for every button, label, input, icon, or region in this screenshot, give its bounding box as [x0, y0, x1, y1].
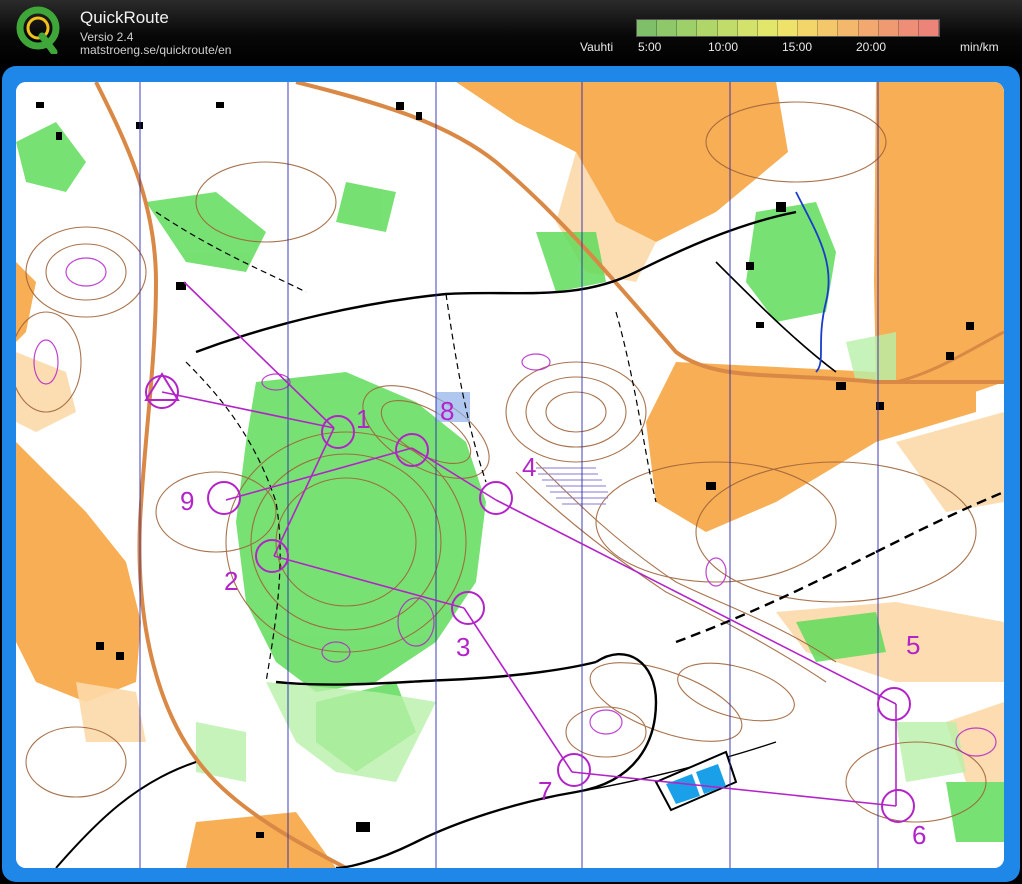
pace-color-segment [737, 20, 758, 36]
pace-color-segment [717, 20, 738, 36]
pace-unit: min/km [960, 40, 999, 54]
pace-color-segment [918, 20, 940, 36]
app-version: Versio 2.4 [80, 30, 134, 44]
pace-color-segment [637, 20, 658, 36]
pace-color-segment [838, 20, 859, 36]
orienteering-map[interactable]: 1 2 3 4 5 6 7 8 9 [16, 82, 1004, 868]
pace-color-segment [757, 20, 778, 36]
control-3-label: 3 [456, 632, 470, 662]
pace-color-segment [898, 20, 919, 36]
control-5-label: 5 [906, 630, 920, 660]
pace-label: Vauhti [580, 40, 614, 54]
control-2-label: 2 [224, 566, 238, 596]
pace-tick-5: 5:00 [638, 40, 662, 54]
control-4-label: 4 [522, 452, 536, 482]
app-url[interactable]: matstroeng.se/quickroute/en [80, 43, 231, 57]
pace-color-segment [798, 20, 819, 36]
control-1-label: 1 [356, 404, 370, 434]
pace-color-segment [878, 20, 899, 36]
pace-color-segment [818, 20, 839, 36]
pace-color-segment [677, 20, 698, 36]
pace-color-segment [858, 20, 879, 36]
control-8-label: 8 [440, 396, 454, 426]
pace-color-bar [636, 19, 940, 37]
quickroute-logo-icon [16, 6, 60, 56]
control-6-label: 6 [912, 820, 926, 850]
control-9-label: 9 [180, 486, 194, 516]
map-canvas[interactable]: 1 2 3 4 5 6 7 8 9 [16, 82, 1004, 868]
app-header: QuickRoute Versio 2.4 matstroeng.se/quic… [0, 0, 1022, 64]
pace-tick-15: 15:00 [782, 40, 813, 54]
pace-tick-20: 20:00 [856, 40, 887, 54]
pace-color-segment [777, 20, 799, 36]
control-7-label: 7 [538, 776, 552, 806]
pace-color-segment [657, 20, 678, 36]
app-title: QuickRoute [80, 8, 169, 27]
pace-color-segment [697, 20, 718, 36]
pace-tick-10: 10:00 [708, 40, 739, 54]
